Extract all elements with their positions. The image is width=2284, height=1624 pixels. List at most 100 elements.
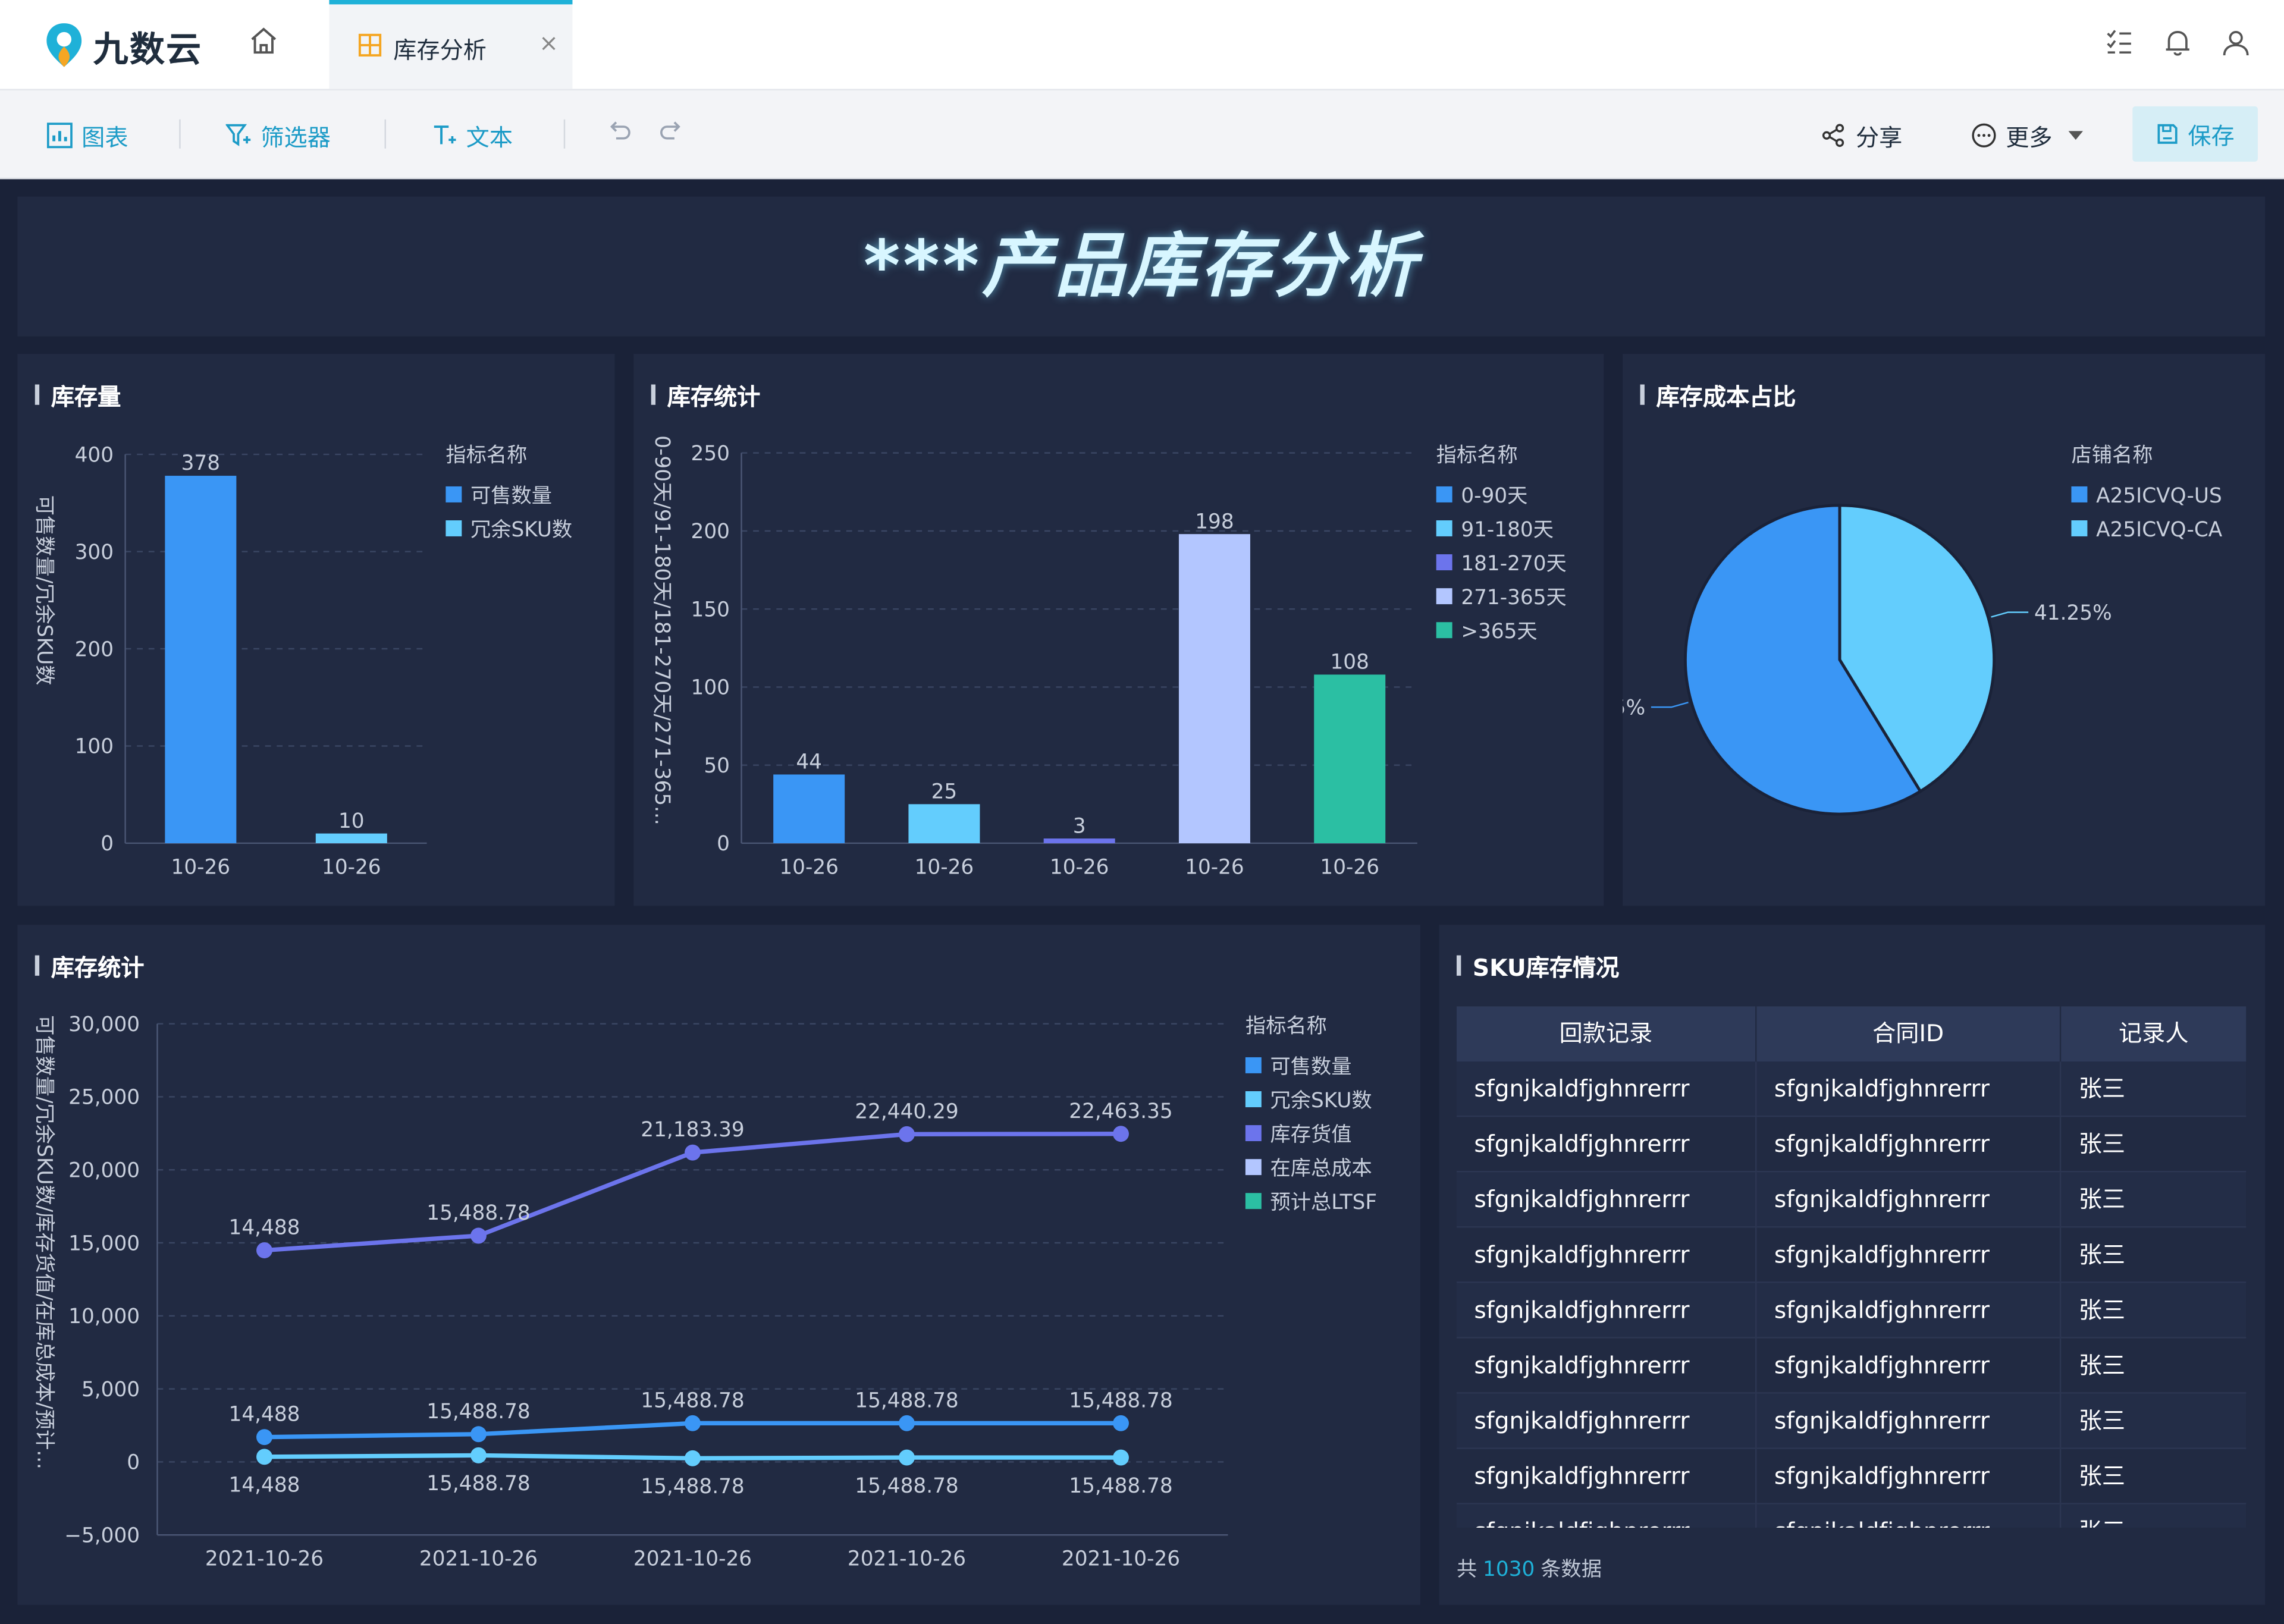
column-header[interactable]: 合同ID [1756,1006,2062,1062]
notifications-button[interactable] [2161,26,2194,58]
legend-title: 指标名称 [1436,443,1518,467]
pie-label-leader [1991,611,2029,618]
panel-stock-stats[interactable]: 库存统计 0 50 100 150 200 250 44 10-26 25 10-26 3 10-26… [633,354,1604,906]
legend-title: 指标名称 [445,443,527,467]
legend-item: 在库总成本 [1270,1157,1372,1180]
table-row[interactable]: sfgnjkaldfjghnrerrrsfgnjkaldfjghnrerrr张三 [1456,1227,2247,1283]
column-header[interactable]: 回款记录 [1457,1006,1757,1062]
dashboard-title: ***产品库存分析 [863,225,1419,307]
data-label: 14,488 [229,1216,300,1240]
column-header[interactable]: 记录人 [2061,1006,2246,1061]
table-row[interactable]: sfgnjkaldfjghnrerrrsfgnjkaldfjghnrerrr张三 [1456,1117,2247,1173]
panel-stock-stats-line[interactable]: 库存统计 −5,000 0 5,000 10,000 15,000 20,000 25,00… [17,925,1420,1605]
table-row[interactable]: sfgnjkaldfjghnrerrrsfgnjkaldfjghnrerrr张三 [1456,1061,2247,1117]
x-tick-label: 10-26 [779,855,839,879]
legend-swatch [1436,520,1452,536]
sku-table: 回款记录 合同ID 记录人 sfgnjkaldfjghnrerrr sfgnjka… [1456,1006,2247,1528]
redo-icon [660,121,680,140]
toolbar-divider [179,119,181,149]
legend-swatch [1245,1057,1262,1073]
table-cell: sfgnjkaldfjghnrerrr [1457,1504,1757,1528]
redo-button[interactable] [658,118,694,144]
table-row[interactable]: sfgnjkaldfjghnrerrrsfgnjkaldfjghnrerrr张三 [1456,1338,2247,1394]
y-tick-label: 300 [75,541,114,564]
add-filter-label: 筛选器 [261,124,331,152]
task-list-icon [2107,30,2131,54]
dashboard-title-panel[interactable]: ***产品库存分析 [17,196,2266,337]
data-label: 3 [1073,814,1086,838]
add-chart-button[interactable]: 图表 [46,118,128,153]
legend-swatch [445,486,462,502]
pie-data-label: 41.25% [2034,601,2112,625]
y-tick-label: 0 [101,832,114,856]
chart-add-icon [46,122,73,149]
table-cell: sfgnjkaldfjghnrerrr [1457,1061,1757,1116]
data-point [1113,1415,1129,1431]
home-icon [251,27,277,54]
logo-icon [46,23,82,67]
tab-close-button[interactable]: × [539,29,559,57]
legend-item: 库存货值 [1270,1123,1352,1146]
table-cell: 张三 [2078,1406,2126,1435]
table-row[interactable]: sfgnjkaldfjghnrerrrsfgnjkaldfjghnrerrr张三 [1456,1393,2247,1449]
legend-swatch [445,520,462,536]
x-tick-label: 10-26 [171,855,231,879]
panel-sku-table[interactable]: SKU库存情况 回款记录 合同ID 记录人 sfgnjkaldfjghnrerr… [1439,925,2266,1605]
y-tick-label: 400 [75,443,114,467]
pie-data-label: 58.75% [1623,696,1645,720]
data-label: 15,488.78 [1069,1389,1172,1412]
table-cell: sfgnjkaldfjghnrerrr [1457,1117,1757,1171]
table-cell: 张三 [2061,1504,2246,1528]
user-button[interactable] [2220,26,2252,58]
legend-item: A25ICVQ-CA [2096,518,2223,542]
data-label: 14,488 [229,1474,300,1497]
table-cell: 张三 [2078,1240,2126,1269]
bar [1043,838,1115,843]
tab-inventory-analysis[interactable]: 库存分析 × [329,0,573,89]
table-cell: sfgnjkaldfjghnrerrr [1457,1449,1757,1503]
table-row[interactable]: sfgnjkaldfjghnrerrrsfgnjkaldfjghnrerrr张三 [1456,1283,2247,1339]
x-tick-label: 10-26 [1320,855,1379,879]
bar [165,476,237,843]
add-filter-button[interactable]: 筛选器 [225,118,331,153]
table-cell: 张三 [2078,1075,2126,1102]
more-button[interactable]: 更多 [1971,118,2084,153]
data-point [1113,1126,1129,1142]
pie-label-leader [1651,702,1689,708]
panel-stock-qty[interactable]: 库存量 0 100 200 300 400 378 10-26 10 10-26 可售数量/冗余S… [17,354,615,906]
task-list-button[interactable] [2103,26,2135,58]
x-tick-label: 10-26 [1185,855,1244,879]
data-label: 21,183.39 [641,1118,744,1142]
add-chart-label: 图表 [81,124,128,152]
table-footer: 共 1030 条数据 [1457,1554,1602,1583]
share-button[interactable]: 分享 [1821,118,1902,153]
legend-swatch [1436,622,1452,639]
table-cell: 张三 [2078,1462,2126,1490]
data-label: 108 [1331,651,1369,674]
y-tick-label: −5,000 [64,1524,140,1547]
save-button[interactable]: 保存 [2132,106,2258,162]
x-tick-label: 10-26 [322,855,381,879]
save-icon [2157,124,2178,144]
home-button[interactable] [247,25,291,66]
data-point [685,1415,701,1431]
toolbar-divider [563,119,566,149]
table-row[interactable]: sfgnjkaldfjghnrerrrsfgnjkaldfjghnrerrr张三 [1456,1504,2247,1528]
table-row[interactable]: sfgnjkaldfjghnrerrrsfgnjkaldfjghnrerrr张三 [1456,1449,2247,1504]
y-tick-label: 10,000 [68,1305,140,1328]
y-axis-label: 0-90天/91-180天/181-270天/271-365... [650,435,674,825]
data-label: 15,488.78 [426,1400,530,1424]
legend-item: 冗余SKU数 [470,518,572,542]
record-count: 1030 [1483,1558,1535,1582]
panel-cost-ratio[interactable]: 库存成本占比 58.75%41.25%店铺名称A25ICVQ-USA25ICVQ… [1623,354,2266,906]
legend-item: 冗余SKU数 [1270,1089,1372,1113]
add-text-label: 文本 [466,124,513,152]
y-tick-label: 250 [691,442,730,466]
logo[interactable]: 九数云 [43,20,202,70]
dashboard-tab-icon [358,33,382,57]
table-row[interactable]: sfgnjkaldfjghnrerrrsfgnjkaldfjghnrerrr张三 [1456,1172,2247,1228]
undo-button[interactable] [606,118,641,144]
panel-title: SKU库存情况 [1457,948,1619,983]
add-text-button[interactable]: 文本 [431,118,513,153]
x-tick-label: 2021-10-26 [848,1547,966,1571]
